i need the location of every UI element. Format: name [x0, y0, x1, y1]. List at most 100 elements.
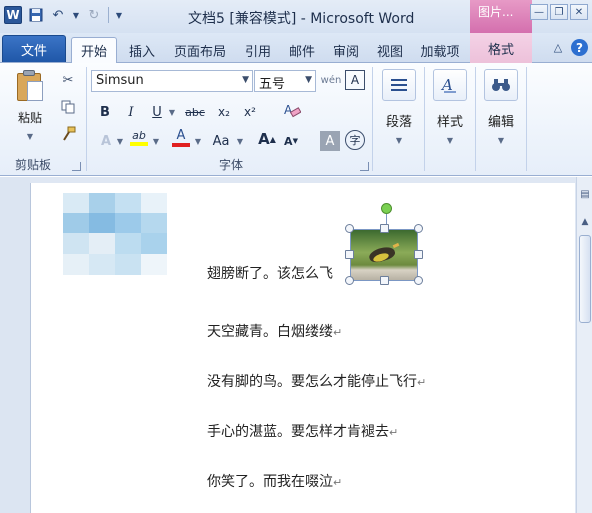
- styles-button[interactable]: A 样式 ▼: [428, 69, 472, 153]
- change-case-button[interactable]: Aa: [208, 131, 234, 151]
- character-border-icon[interactable]: A: [345, 70, 365, 90]
- selected-picture[interactable]: [350, 229, 418, 281]
- strikethrough-button[interactable]: abc: [182, 102, 208, 122]
- collapse-ribbon-icon[interactable]: △: [551, 39, 565, 56]
- italic-button[interactable]: I: [122, 102, 140, 122]
- tab-mailings[interactable]: 邮件: [284, 38, 320, 63]
- highlight-button[interactable]: ab: [128, 127, 150, 147]
- title-bar: W ↶ ▼ ↻ ▼ 文档5 [兼容模式] - Microsoft Word 图片…: [0, 0, 592, 33]
- paragraph-button[interactable]: 段落 ▼: [377, 69, 421, 153]
- tab-home[interactable]: 开始: [71, 37, 117, 63]
- tab-file[interactable]: 文件: [2, 35, 66, 62]
- tab-page-layout[interactable]: 页面布局: [168, 38, 232, 63]
- tab-review[interactable]: 审阅: [328, 38, 364, 63]
- paste-button[interactable]: 粘贴 ▼: [10, 69, 50, 147]
- picture-tools-header: 图片...: [470, 0, 532, 33]
- editing-button[interactable]: 编辑 ▼: [479, 69, 523, 153]
- phonetic-guide-icon[interactable]: wén: [320, 70, 342, 90]
- resize-handle-top[interactable]: [380, 224, 389, 233]
- paragraph-mark: ↵: [417, 376, 427, 389]
- view-ruler-icon[interactable]: ▤: [578, 189, 592, 205]
- restore-icon[interactable]: ❐: [550, 4, 568, 20]
- underline-button[interactable]: U: [148, 102, 166, 122]
- resize-handle-bottom[interactable]: [380, 276, 389, 285]
- tabrow-icons: △ ?: [551, 39, 588, 56]
- highlight-dropdown-icon[interactable]: ▼: [150, 131, 160, 151]
- font-size-value: 五号: [259, 77, 286, 92]
- close-icon[interactable]: ✕: [570, 4, 588, 20]
- left-margin-area: [0, 177, 30, 513]
- font-name-dropdown-icon[interactable]: ▼: [242, 75, 249, 85]
- document-line: 你笑了。而我在啜泣↵: [207, 471, 342, 491]
- text-effects-dropdown-icon[interactable]: ▼: [114, 131, 124, 151]
- window-controls: — ❐ ✕: [530, 4, 588, 20]
- document-line: 手心的湛蓝。要怎样才肯褪去↵: [207, 421, 398, 441]
- tab-insert[interactable]: 插入: [122, 38, 162, 63]
- resize-handle-top-right[interactable]: [414, 224, 423, 233]
- clipboard-launcher-icon[interactable]: [72, 162, 81, 171]
- document-page[interactable]: 翅膀断了。该怎么飞 天空藏青。白烟缕缕↵ 没有脚的鸟。要怎么才能停止飞行↵ 手心…: [30, 183, 575, 513]
- clear-formatting-icon[interactable]: A: [282, 100, 302, 120]
- resize-handle-left[interactable]: [345, 250, 354, 259]
- rotate-handle[interactable]: [381, 203, 392, 214]
- ribbon-tabs: 文件 开始 插入 页面布局 引用 邮件 审阅 视图 加载项 格式 △ ?: [0, 33, 592, 63]
- group-separator: [372, 67, 373, 171]
- redo-icon[interactable]: ↻: [86, 7, 102, 23]
- text-effects-button[interactable]: A: [96, 131, 116, 151]
- resize-handle-bottom-left[interactable]: [345, 276, 354, 285]
- character-shading-button[interactable]: A: [320, 131, 340, 151]
- binoculars-icon: [484, 69, 518, 101]
- underline-dropdown-icon[interactable]: ▼: [166, 102, 176, 122]
- paragraph-mark: ↵: [333, 476, 343, 489]
- customize-qat-icon[interactable]: ▼: [115, 7, 123, 23]
- paste-dropdown-icon[interactable]: ▼: [27, 132, 33, 141]
- save-icon[interactable]: [28, 7, 44, 23]
- paragraph-mark: ↵: [333, 326, 343, 339]
- paste-icon: [15, 69, 45, 103]
- font-size-combo[interactable]: 五号 ▼: [254, 70, 316, 92]
- tab-format[interactable]: 格式: [470, 33, 532, 63]
- minimize-icon[interactable]: —: [530, 4, 548, 20]
- resize-handle-right[interactable]: [414, 250, 423, 259]
- resize-handle-top-left[interactable]: [345, 224, 354, 233]
- cut-icon[interactable]: ✂: [60, 72, 76, 88]
- font-color-dropdown-icon[interactable]: ▼: [192, 131, 202, 151]
- document-line: 天空藏青。白烟缕缕↵: [207, 321, 342, 341]
- highlight-color-bar: [130, 141, 148, 146]
- editing-label: 编辑: [487, 115, 514, 130]
- window-title: 文档5 [兼容模式] - Microsoft Word: [188, 11, 415, 27]
- scroll-up-icon[interactable]: ▲: [579, 217, 591, 231]
- undo-icon[interactable]: ↶: [50, 7, 66, 23]
- bird-photo: [351, 230, 417, 280]
- help-icon[interactable]: ?: [571, 39, 588, 56]
- superscript-button[interactable]: x²: [240, 102, 260, 122]
- resize-handle-bottom-right[interactable]: [414, 276, 423, 285]
- font-name-combo[interactable]: Simsun ▼: [91, 70, 253, 92]
- tab-references[interactable]: 引用: [240, 38, 276, 63]
- scroll-thumb[interactable]: [579, 235, 591, 323]
- document-line: 翅膀断了。该怎么飞: [207, 263, 333, 283]
- font-launcher-icon[interactable]: [360, 162, 369, 171]
- styles-icon: A: [433, 69, 467, 101]
- font-color-button[interactable]: A: [170, 127, 192, 147]
- tab-view[interactable]: 视图: [372, 38, 408, 63]
- subscript-button[interactable]: x₂: [214, 102, 234, 122]
- copy-icon[interactable]: [60, 99, 76, 115]
- clipboard-group-label: 剪贴板: [14, 158, 51, 172]
- enclose-characters-button[interactable]: 字: [345, 130, 365, 150]
- line-text: 没有脚的鸟。要怎么才能停止飞行: [207, 374, 417, 390]
- grow-font-button[interactable]: A ▲: [258, 129, 276, 149]
- undo-dropdown-icon[interactable]: ▼: [72, 7, 80, 23]
- bold-button[interactable]: B: [96, 102, 114, 122]
- shrink-font-label: A: [284, 134, 293, 148]
- vertical-scrollbar[interactable]: ▤ ▲: [576, 177, 592, 513]
- font-group-label: 字体: [218, 158, 243, 172]
- tab-addins[interactable]: 加载项: [414, 38, 466, 63]
- styles-label: 样式: [436, 115, 463, 130]
- editing-dropdown-icon: ▼: [497, 136, 505, 145]
- font-size-dropdown-icon[interactable]: ▼: [305, 75, 312, 85]
- change-case-dropdown-icon[interactable]: ▼: [234, 131, 244, 151]
- format-painter-icon[interactable]: [60, 126, 76, 142]
- word-logo-icon[interactable]: W: [4, 6, 22, 24]
- shrink-font-button[interactable]: A ▼: [282, 131, 300, 151]
